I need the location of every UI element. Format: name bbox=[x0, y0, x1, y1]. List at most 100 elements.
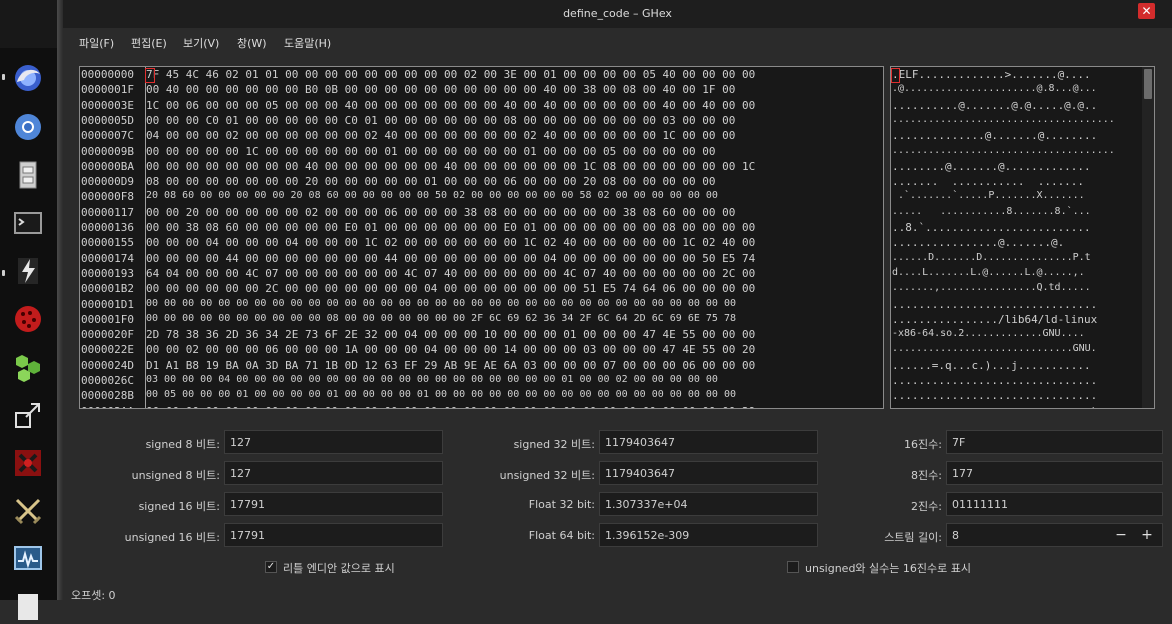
ascii-row[interactable]: -x86-64.so.2.............GNU.... bbox=[892, 328, 1085, 339]
offset-cell: 00000174 bbox=[81, 251, 134, 265]
hex-row[interactable]: 00 00 00 04 00 00 00 04 00 00 00 1C 02 0… bbox=[146, 236, 755, 249]
binary-field[interactable]: 01111111 bbox=[946, 492, 1163, 516]
menu-view[interactable]: 보기(V) bbox=[183, 35, 219, 51]
ascii-row[interactable]: ..............@.......@........ bbox=[892, 129, 1097, 142]
unsigned32-field[interactable]: 1179403647 bbox=[599, 461, 818, 485]
arrows-expand-icon[interactable] bbox=[11, 398, 45, 432]
launcher bbox=[0, 0, 57, 620]
lightning-icon[interactable] bbox=[11, 254, 45, 288]
hex-row[interactable]: 00 00 02 00 00 00 06 00 00 00 1A 00 00 0… bbox=[146, 343, 755, 356]
offset-cell: 000001F0 bbox=[81, 312, 134, 326]
hex-row[interactable]: 1C 00 06 00 00 00 05 00 00 00 40 00 00 0… bbox=[146, 99, 755, 112]
signed16-field[interactable]: 17791 bbox=[224, 492, 443, 516]
ascii-row[interactable]: ..... ...........8.......8.`... bbox=[892, 206, 1091, 217]
hex-row[interactable]: 00 00 20 00 00 00 00 00 02 00 00 00 06 0… bbox=[146, 206, 735, 219]
ascii-row[interactable]: ......=.q...c.)...j........... bbox=[892, 359, 1091, 372]
crossed-swords-icon[interactable] bbox=[11, 494, 45, 528]
menu-file[interactable]: 파일(F) bbox=[79, 35, 114, 51]
hex-row[interactable]: 00 05 00 00 00 01 00 00 00 00 01 00 00 0… bbox=[146, 389, 736, 400]
ascii-row[interactable]: ................/lib64/ld-linux bbox=[892, 313, 1097, 326]
hex-row[interactable]: 00 00 00 00 44 00 00 00 00 00 00 00 44 0… bbox=[146, 252, 755, 265]
unsigned16-field[interactable]: 17791 bbox=[224, 523, 443, 547]
chromium-icon[interactable] bbox=[11, 110, 45, 144]
menu-window[interactable]: 창(W) bbox=[237, 35, 267, 51]
unsigned8-field[interactable]: 127 bbox=[224, 461, 443, 485]
signed16-label: signed 16 비트: bbox=[138, 500, 220, 513]
running-indicator bbox=[2, 270, 5, 276]
menu-help[interactable]: 도움말(H) bbox=[284, 35, 331, 51]
ascii-row[interactable]: ....... ........... ....... bbox=[892, 175, 1084, 188]
running-indicator bbox=[2, 74, 5, 80]
hex-row[interactable]: 2D 78 38 36 2D 36 34 2E 73 6F 2E 32 00 0… bbox=[146, 328, 755, 341]
ascii-row[interactable]: .ELF.............>.......@.... bbox=[892, 68, 1091, 81]
hex-row[interactable]: 00 00 38 08 60 00 00 00 00 00 E0 01 00 0… bbox=[146, 221, 755, 234]
menu-edit[interactable]: 편집(E) bbox=[131, 35, 167, 51]
hex-row[interactable]: 04 00 00 00 02 00 00 00 00 00 00 02 40 0… bbox=[146, 129, 735, 142]
ascii-cursor bbox=[891, 68, 900, 83]
terminal-icon[interactable] bbox=[11, 206, 45, 240]
ascii-row[interactable]: .@......................@.8...@... bbox=[892, 83, 1097, 94]
float64-field[interactable]: 1.396152e-309 bbox=[599, 523, 818, 547]
unsigned32-label: unsigned 32 비트: bbox=[499, 469, 595, 482]
file-cabinet-icon[interactable] bbox=[11, 158, 45, 192]
decrement-button[interactable]: − bbox=[1112, 524, 1130, 548]
close-button[interactable]: ✕ bbox=[1138, 3, 1155, 19]
green-molecule-icon[interactable] bbox=[11, 350, 45, 384]
hex-row[interactable]: 00 00 00 00 00 00 2C 00 00 00 00 00 00 0… bbox=[146, 282, 755, 295]
offset-cell: 000001B2 bbox=[81, 282, 134, 296]
ascii-row[interactable]: ............................... bbox=[892, 298, 1097, 311]
little-endian-label: 리틀 엔디안 값으로 표시 bbox=[283, 562, 395, 575]
scrollbar-thumb[interactable] bbox=[1144, 69, 1152, 99]
hex-value-field[interactable]: 7F bbox=[946, 430, 1163, 454]
hex-row[interactable]: 7F 45 4C 46 02 01 01 00 00 00 00 00 00 0… bbox=[146, 68, 755, 81]
unsigned-hex-checkbox[interactable] bbox=[787, 561, 799, 573]
ascii-row[interactable]: ..............................GNU. bbox=[892, 343, 1097, 354]
hex-row[interactable]: 00 00 00 C0 01 00 00 00 00 00 C0 01 00 0… bbox=[146, 114, 735, 127]
float64-label: Float 64 bit: bbox=[528, 529, 595, 542]
ascii-view[interactable]: .ELF.............>.......@.... .@........… bbox=[890, 66, 1155, 409]
hex-row[interactable]: 00 00 00 00 00 1C 00 00 00 00 00 00 01 0… bbox=[146, 145, 716, 158]
ascii-row[interactable]: ..............................) bbox=[892, 405, 1097, 408]
hex-view[interactable]: 00000000 0000001F 0000003E 0000005D 0000007C… bbox=[79, 66, 884, 409]
little-endian-checkbox[interactable]: ✓ bbox=[265, 561, 277, 573]
hex-row[interactable]: 64 04 00 00 00 4C 07 00 00 00 00 00 00 4… bbox=[146, 267, 755, 280]
octal-field[interactable]: 177 bbox=[946, 461, 1163, 485]
hex-row[interactable]: 08 00 00 00 00 00 00 00 20 00 00 00 00 0… bbox=[146, 175, 716, 188]
float32-field[interactable]: 1.307337e+04 bbox=[599, 492, 818, 516]
stream-length-field[interactable]: 8 − + bbox=[946, 523, 1163, 547]
red-logo-icon[interactable] bbox=[11, 446, 45, 480]
launcher-top bbox=[0, 0, 57, 48]
signed32-field[interactable]: 1179403647 bbox=[599, 430, 818, 454]
hex-row[interactable]: 00 00 00 00 00 00 00 00 40 00 00 00 00 0… bbox=[146, 160, 755, 173]
ascii-row[interactable]: ..................................... bbox=[892, 114, 1115, 125]
ascii-row[interactable]: ..........@.......@.@.....@.@.. bbox=[892, 99, 1097, 112]
notepad-icon[interactable] bbox=[11, 590, 45, 624]
unsigned8-label: unsigned 8 비트: bbox=[131, 469, 220, 482]
float32-label: Float 32 bit: bbox=[528, 498, 595, 511]
hex-row[interactable]: 20 08 60 00 00 00 00 00 20 08 60 00 00 0… bbox=[146, 190, 718, 201]
offset-cell: 00000000 bbox=[81, 68, 134, 81]
hex-row[interactable]: D1 A1 B8 19 BA 0A 3D BA 71 1B 0D 12 63 E… bbox=[146, 359, 755, 372]
ascii-scrollbar[interactable] bbox=[1142, 67, 1154, 408]
offset-cell: 000001D1 bbox=[81, 297, 134, 311]
ascii-row[interactable]: .......,................Q.td..... bbox=[892, 282, 1091, 293]
hex-row[interactable]: 00 00 00 00 00 00 00 00 00 00 00 00 00 0… bbox=[146, 298, 736, 309]
hex-row[interactable]: 00 00 00 00 00 00 00 00 00 00 00 00 00 0… bbox=[146, 405, 755, 408]
hex-row[interactable]: 03 00 00 00 04 00 00 00 00 00 00 00 00 0… bbox=[146, 374, 718, 385]
ascii-row[interactable]: ............................... bbox=[892, 389, 1097, 402]
increment-button[interactable]: + bbox=[1138, 524, 1156, 548]
ascii-row[interactable]: .`.......`.....P.......X....... bbox=[892, 190, 1085, 201]
red-sphere-icon[interactable] bbox=[11, 302, 45, 336]
ascii-row[interactable]: d....L.......L.@......L.@.....,. bbox=[892, 267, 1085, 278]
ascii-row[interactable]: ................@.......@. bbox=[892, 236, 1064, 249]
ascii-row[interactable]: ......D.......D...............P.t bbox=[892, 252, 1091, 263]
hex-row[interactable]: 00 00 00 00 00 00 00 00 00 00 08 00 00 0… bbox=[146, 313, 736, 324]
ascii-row[interactable]: ..................................... bbox=[892, 145, 1115, 156]
ascii-row[interactable]: ..8.`......................... bbox=[892, 221, 1091, 234]
ascii-row[interactable]: ........@.......@............. bbox=[892, 160, 1091, 173]
firefox-icon[interactable] bbox=[11, 61, 45, 95]
signed8-field[interactable]: 127 bbox=[224, 430, 443, 454]
system-monitor-icon[interactable] bbox=[11, 542, 45, 576]
hex-row[interactable]: 00 40 00 00 00 00 00 00 B0 0B 00 00 00 0… bbox=[146, 83, 735, 96]
ascii-row[interactable]: ............................... bbox=[892, 374, 1097, 387]
